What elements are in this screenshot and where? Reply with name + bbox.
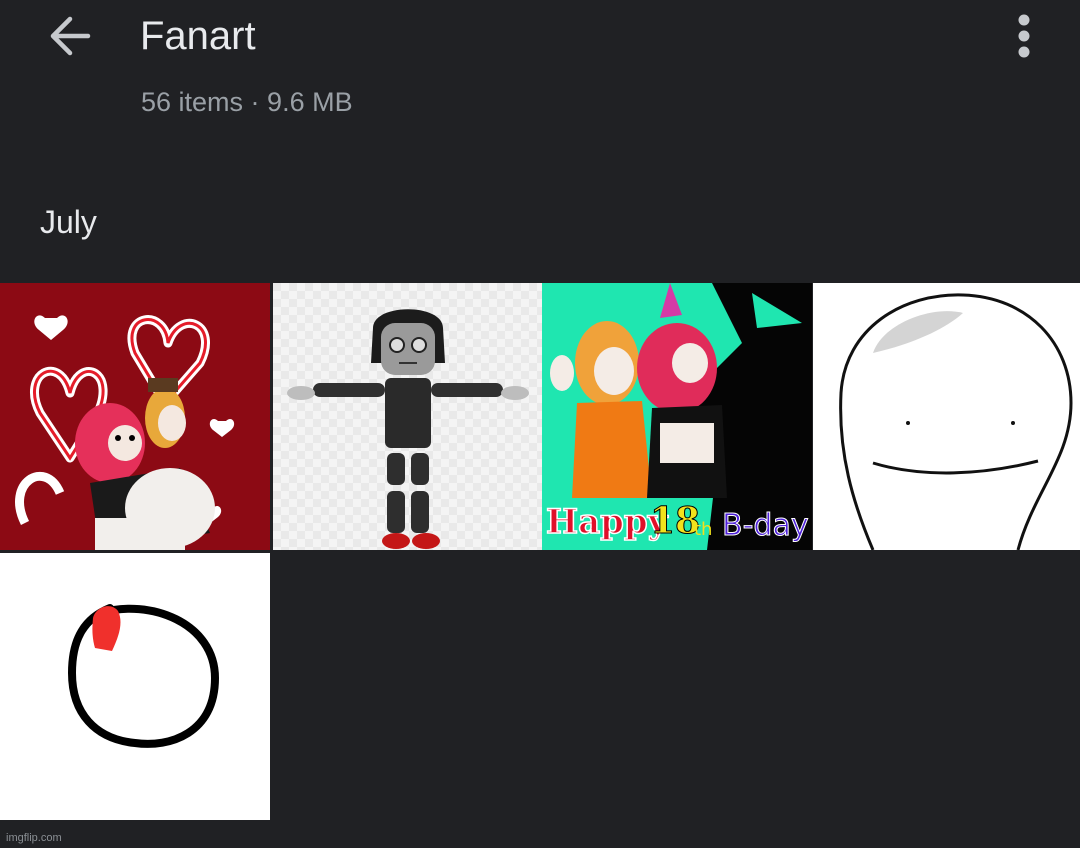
arrow-back-icon xyxy=(50,16,91,56)
fanart-hug-hearts-image xyxy=(0,283,270,550)
fanart-circle-doodle-image xyxy=(0,553,270,820)
album-title: Fanart xyxy=(140,14,256,58)
item-count: 56 items xyxy=(141,87,244,117)
album-info: 56 items · 9.6 MB xyxy=(141,84,353,120)
section-date-header: July xyxy=(40,204,97,240)
album-size: 9.6 MB xyxy=(267,87,353,117)
photo-thumbnail-5[interactable] xyxy=(0,553,270,820)
photo-grid: Happy 18 th B-day! xyxy=(0,283,1080,823)
photo-thumbnail-4[interactable] xyxy=(813,283,1080,550)
caption-number: 18 xyxy=(650,500,700,542)
fanart-tpose-character-image xyxy=(273,283,543,550)
photo-thumbnail-2[interactable] xyxy=(273,283,543,550)
info-separator: · xyxy=(243,87,268,117)
fanart-smiling-face-image xyxy=(813,283,1080,550)
caption-suffix: th xyxy=(694,519,712,540)
imgflip-watermark: imgflip.com xyxy=(6,832,62,844)
more-vert-icon xyxy=(1018,14,1030,58)
photo-thumbnail-1[interactable] xyxy=(0,283,270,550)
caption-bday: B-day! xyxy=(722,508,812,543)
fanart-birthday-image: Happy 18 th B-day! xyxy=(542,283,812,550)
photo-thumbnail-3[interactable]: Happy 18 th B-day! xyxy=(542,283,812,550)
back-button[interactable] xyxy=(44,12,96,60)
more-options-button[interactable] xyxy=(1004,10,1044,62)
album-view: Fanart 56 items · 9.6 MB July Happy 18 t… xyxy=(0,0,1080,848)
